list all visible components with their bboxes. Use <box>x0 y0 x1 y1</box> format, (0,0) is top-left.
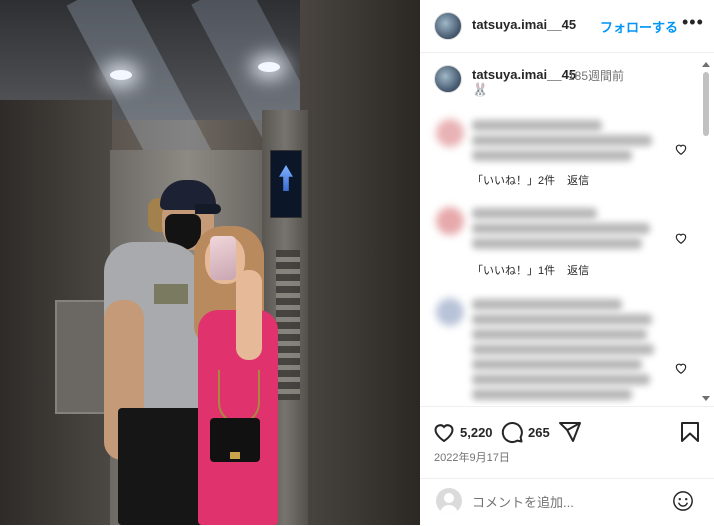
comment-blurred-text <box>472 374 650 385</box>
comment-blurred-text <box>472 120 602 131</box>
scroll-up-arrow-icon[interactable] <box>702 62 710 67</box>
more-options-icon[interactable]: ••• <box>682 12 704 33</box>
avatar[interactable] <box>434 12 462 40</box>
reply-button[interactable]: 返信 <box>567 265 589 277</box>
comment-blurred-text <box>472 389 632 400</box>
comment-blurred-text <box>472 359 642 370</box>
heart-icon[interactable] <box>432 420 456 444</box>
scroll-down-arrow-icon[interactable] <box>702 396 710 401</box>
comments-scrollbar[interactable] <box>702 62 710 402</box>
comment-avatar[interactable] <box>436 207 464 235</box>
paper-plane-icon[interactable] <box>558 420 582 444</box>
shirt-print <box>154 284 188 304</box>
comment-blurred-text <box>472 314 652 325</box>
caption-time: 185週間前 <box>568 69 625 83</box>
comment-blurred-text <box>472 238 642 249</box>
man-cap-visor <box>195 204 221 214</box>
follow-button[interactable]: フォローする <box>600 17 678 36</box>
comment-blurred-text <box>472 208 597 219</box>
ceiling-lamp <box>110 70 132 80</box>
bag-strap <box>218 370 260 424</box>
handrail <box>55 300 109 414</box>
comment-likes[interactable]: 「いいね！」2件 <box>472 175 555 187</box>
heart-icon[interactable] <box>674 361 688 375</box>
heart-icon[interactable] <box>674 231 688 245</box>
comment-blurred-text <box>472 329 647 340</box>
comment-likes[interactable]: 「いいね！」1件 <box>472 265 555 277</box>
post-photo <box>0 0 420 525</box>
comment-input[interactable] <box>472 492 662 512</box>
post-sidebar: tatsuya.imai__45 フォローする ••• tatsuya.imai… <box>420 0 714 525</box>
comment-avatar[interactable] <box>436 298 464 326</box>
post-header: tatsuya.imai__45 フォローする ••• <box>420 0 714 53</box>
caption-text: 🐰 <box>472 82 489 97</box>
post-actions: 5,220 265 2022年9月17日 <box>420 406 714 479</box>
comment-blurred-text <box>472 150 632 161</box>
ceiling-lamp <box>258 62 280 72</box>
add-comment-bar <box>420 478 714 526</box>
likes-count[interactable]: 5,220 <box>460 425 493 440</box>
floor-buttons <box>276 250 300 400</box>
heart-icon[interactable] <box>674 142 688 156</box>
smartphone <box>210 236 236 280</box>
comment-meta: 「いいね！」2件 返信 <box>472 172 601 188</box>
avatar <box>436 488 462 514</box>
caption-username[interactable]: tatsuya.imai__45 <box>472 67 576 82</box>
elevator-wall <box>300 0 420 525</box>
comments-list[interactable]: tatsuya.imai__45 185週間前 🐰 「いいね！」2件 返信 「いい… <box>420 53 714 405</box>
comment-avatar[interactable] <box>436 119 464 147</box>
comment-blurred-text <box>472 223 650 234</box>
post-date[interactable]: 2022年9月17日 <box>434 449 510 465</box>
comment-blurred-text <box>472 135 652 146</box>
comment-blurred-text <box>472 344 654 355</box>
woman-arm <box>236 270 262 360</box>
comment-meta: 「いいね！」1件 返信 <box>472 262 601 278</box>
bag-clasp <box>230 452 240 459</box>
comment-blurred-text <box>472 299 622 310</box>
header-username[interactable]: tatsuya.imai__45 <box>472 17 576 32</box>
floor-display <box>270 150 302 218</box>
avatar[interactable] <box>434 65 462 93</box>
reply-button[interactable]: 返信 <box>567 175 589 187</box>
bookmark-icon[interactable] <box>678 420 702 444</box>
up-arrow-icon <box>279 165 293 191</box>
scroll-thumb[interactable] <box>703 72 709 136</box>
comment-bubble-icon[interactable] <box>500 420 524 444</box>
smiley-icon[interactable] <box>672 490 694 512</box>
comments-count[interactable]: 265 <box>528 425 550 440</box>
